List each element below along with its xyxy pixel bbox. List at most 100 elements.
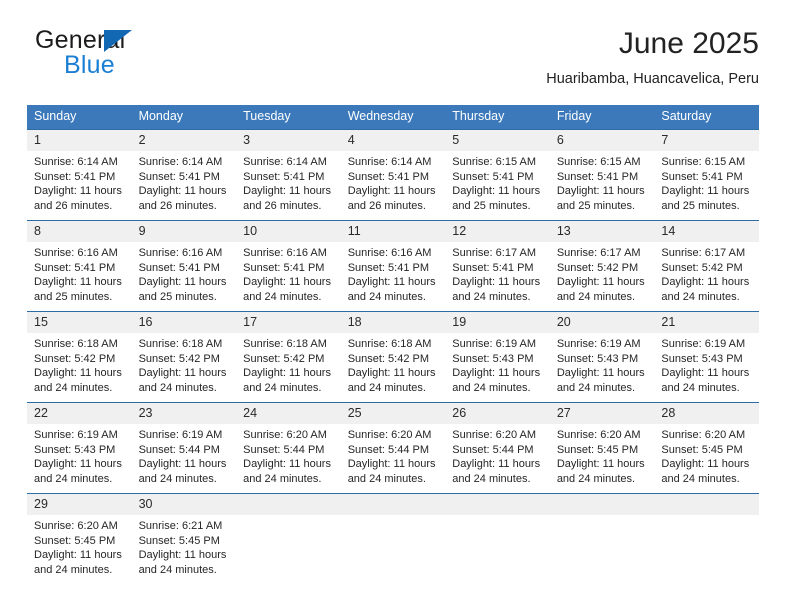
sunrise-text: Sunrise: 6:18 AM [138,338,223,350]
day-details: Sunrise: 6:19 AM Sunset: 5:44 PM Daylight:… [132,424,237,486]
sunrise-text: Sunrise: 6:20 AM [661,429,746,441]
calendar-page: General Blue June 2025 Huaribamba, Huanc… [0,0,792,612]
calendar-day-cell[interactable]: 18 Sunrise: 6:18 AM Sunset: 5:42 PM Dayligh… [340,312,446,403]
day-number: 21 [654,312,759,333]
calendar-day-cell[interactable]: 11 Sunrise: 6:16 AM Sunset: 5:41 PM Dayligh… [340,221,446,312]
calendar-day-cell[interactable]: 28 Sunrise: 6:20 AM Sunset: 5:45 PM Dayligh… [654,403,759,494]
daylight-text: Daylight: 11 hours and 25 minutes. [556,185,645,212]
sunrise-text: Sunrise: 6:18 AM [34,338,118,350]
calendar-empty-cell [654,494,759,585]
day-number: 29 [27,494,132,515]
day-number: 11 [340,221,446,242]
sunrise-text: Sunrise: 6:20 AM [556,429,641,441]
day-number: 19 [445,312,550,333]
calendar-day-cell[interactable]: 12 Sunrise: 6:17 AM Sunset: 5:41 PM Dayligh… [445,221,550,312]
sunset-text: Sunset: 5:42 PM [347,352,430,365]
day-number: 17 [236,312,341,333]
calendar-day-cell[interactable]: 21 Sunrise: 6:19 AM Sunset: 5:43 PM Dayligh… [654,312,759,403]
calendar-body: 1 Sunrise: 6:14 AM Sunset: 5:41 PM Daylight… [27,129,759,585]
calendar-day-cell[interactable]: 13 Sunrise: 6:17 AM Sunset: 5:42 PM Dayligh… [549,221,655,312]
sunset-text: Sunset: 5:41 PM [452,261,534,274]
calendar-day-cell[interactable]: 9 Sunrise: 6:16 AM Sunset: 5:41 PM Daylight… [131,221,237,312]
daylight-text: Daylight: 11 hours and 24 minutes. [452,276,541,303]
day-details: Sunrise: 6:20 AM Sunset: 5:45 PM Daylight:… [27,515,132,577]
sunrise-text: Sunrise: 6:17 AM [556,247,641,259]
calendar-day-cell[interactable]: 6 Sunrise: 6:15 AM Sunset: 5:41 PM Daylight… [549,130,655,221]
calendar-day-cell[interactable]: 19 Sunrise: 6:19 AM Sunset: 5:43 PM Dayligh… [445,312,550,403]
calendar-day-cell[interactable]: 30 Sunrise: 6:21 AM Sunset: 5:45 PM Dayligh… [131,494,237,585]
day-details: Sunrise: 6:17 AM Sunset: 5:41 PM Daylight:… [445,242,550,304]
daylight-text: Daylight: 11 hours and 26 minutes. [34,185,122,212]
sunset-text: Sunset: 5:44 PM [138,443,220,456]
calendar-day-cell[interactable]: 4 Sunrise: 6:14 AM Sunset: 5:41 PM Daylight… [340,130,446,221]
sunset-text: Sunset: 5:41 PM [243,170,325,183]
daylight-text: Daylight: 11 hours and 24 minutes. [138,549,227,576]
calendar-day-cell[interactable]: 25 Sunrise: 6:20 AM Sunset: 5:44 PM Dayligh… [340,403,446,494]
daylight-text: Daylight: 11 hours and 25 minutes. [34,276,122,303]
sunrise-text: Sunrise: 6:20 AM [347,429,432,441]
daylight-text: Daylight: 11 hours and 24 minutes. [243,276,331,303]
day-details: Sunrise: 6:19 AM Sunset: 5:43 PM Daylight:… [550,333,655,395]
sunset-text: Sunset: 5:44 PM [452,443,534,456]
day-details: Sunrise: 6:18 AM Sunset: 5:42 PM Daylight:… [132,333,237,395]
calendar-day-cell[interactable]: 15 Sunrise: 6:18 AM Sunset: 5:42 PM Dayligh… [27,312,132,403]
daylight-text: Daylight: 11 hours and 25 minutes. [138,276,227,303]
calendar-day-cell[interactable]: 14 Sunrise: 6:17 AM Sunset: 5:42 PM Dayligh… [654,221,759,312]
sunrise-text: Sunrise: 6:19 AM [556,338,641,350]
day-number: 23 [131,403,237,424]
calendar-day-cell[interactable]: 23 Sunrise: 6:19 AM Sunset: 5:44 PM Dayligh… [131,403,237,494]
weekday-header-wednesday: Wednesday [340,105,446,130]
daylight-text: Daylight: 11 hours and 24 minutes. [556,276,645,303]
day-number [340,494,446,515]
calendar-day-cell[interactable]: 1 Sunrise: 6:14 AM Sunset: 5:41 PM Daylight… [27,130,132,221]
calendar-day-cell[interactable]: 24 Sunrise: 6:20 AM Sunset: 5:44 PM Dayligh… [236,403,341,494]
day-number: 16 [131,312,237,333]
sunset-text: Sunset: 5:41 PM [138,261,220,274]
sunset-text: Sunset: 5:42 PM [243,352,325,365]
calendar-day-cell[interactable]: 5 Sunrise: 6:15 AM Sunset: 5:41 PM Daylight… [445,130,550,221]
day-details: Sunrise: 6:19 AM Sunset: 5:43 PM Daylight:… [654,333,759,395]
daylight-text: Daylight: 11 hours and 24 minutes. [556,367,645,394]
weekday-header-friday: Friday [549,105,655,130]
calendar-day-cell[interactable]: 26 Sunrise: 6:20 AM Sunset: 5:44 PM Dayligh… [445,403,550,494]
logo-triangle-icon [104,30,132,52]
weekday-header-thursday: Thursday [445,105,550,130]
day-number: 12 [445,221,550,242]
calendar-day-cell[interactable]: 29 Sunrise: 6:20 AM Sunset: 5:45 PM Dayligh… [27,494,132,585]
day-number [445,494,550,515]
calendar-day-cell[interactable]: 7 Sunrise: 6:15 AM Sunset: 5:41 PM Daylight… [654,130,759,221]
day-details: Sunrise: 6:17 AM Sunset: 5:42 PM Daylight:… [550,242,655,304]
calendar-day-cell[interactable]: 2 Sunrise: 6:14 AM Sunset: 5:41 PM Daylight… [131,130,237,221]
sunrise-sunset-calendar: Sunday Monday Tuesday Wednesday Thursday… [27,105,759,584]
sunset-text: Sunset: 5:41 PM [661,170,743,183]
calendar-day-cell[interactable]: 20 Sunrise: 6:19 AM Sunset: 5:43 PM Dayligh… [549,312,655,403]
calendar-day-cell[interactable]: 27 Sunrise: 6:20 AM Sunset: 5:45 PM Dayligh… [549,403,655,494]
calendar-header-row: Sunday Monday Tuesday Wednesday Thursday… [27,105,759,130]
calendar-day-cell[interactable]: 16 Sunrise: 6:18 AM Sunset: 5:42 PM Dayligh… [131,312,237,403]
daylight-text: Daylight: 11 hours and 24 minutes. [452,458,541,485]
sunrise-text: Sunrise: 6:19 AM [138,429,223,441]
general-blue-logo[interactable]: General Blue [33,26,263,88]
day-details [236,515,341,519]
daylight-text: Daylight: 11 hours and 25 minutes. [452,185,541,212]
day-details: Sunrise: 6:19 AM Sunset: 5:43 PM Daylight:… [445,333,550,395]
calendar-day-cell[interactable]: 8 Sunrise: 6:16 AM Sunset: 5:41 PM Daylight… [27,221,132,312]
calendar-day-cell[interactable]: 22 Sunrise: 6:19 AM Sunset: 5:43 PM Dayligh… [27,403,132,494]
sunset-text: Sunset: 5:41 PM [347,261,430,274]
day-number: 27 [549,403,655,424]
sunset-text: Sunset: 5:42 PM [661,261,743,274]
day-details: Sunrise: 6:14 AM Sunset: 5:41 PM Daylight:… [341,151,446,213]
weekday-header-sunday: Sunday [27,105,132,130]
day-number: 5 [445,130,550,151]
calendar-day-cell[interactable]: 17 Sunrise: 6:18 AM Sunset: 5:42 PM Dayligh… [236,312,341,403]
daylight-text: Daylight: 11 hours and 24 minutes. [138,458,227,485]
calendar-empty-cell [549,494,655,585]
calendar-day-cell[interactable]: 10 Sunrise: 6:16 AM Sunset: 5:41 PM Dayligh… [236,221,341,312]
calendar-day-cell[interactable]: 3 Sunrise: 6:14 AM Sunset: 5:41 PM Daylight… [236,130,341,221]
sunrise-text: Sunrise: 6:19 AM [452,338,537,350]
sunrise-text: Sunrise: 6:16 AM [138,247,223,259]
sunrise-text: Sunrise: 6:20 AM [243,429,327,441]
sunset-text: Sunset: 5:41 PM [138,170,220,183]
day-number: 9 [131,221,237,242]
daylight-text: Daylight: 11 hours and 24 minutes. [661,276,750,303]
